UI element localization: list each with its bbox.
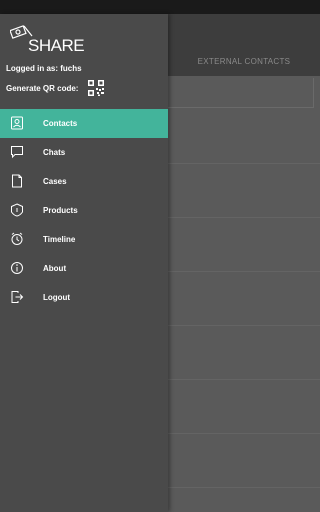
screen: EXTERNAL CONTACTS SHARE Logged in as: fu… <box>0 0 320 512</box>
nav-label-timeline: Timeline <box>43 235 76 244</box>
nav-label-about: About <box>43 264 67 273</box>
nav-label-contacts: Contacts <box>43 119 78 128</box>
nav-label-chats: Chats <box>43 148 66 157</box>
navigation-drawer: SHARE Logged in as: fuchs Generate QR co… <box>0 14 168 512</box>
qr-label: Generate QR code: <box>6 83 79 93</box>
nav-item-products[interactable]: Products <box>0 196 168 225</box>
info-icon <box>11 262 23 274</box>
nav-item-cases[interactable]: Cases <box>0 167 168 196</box>
chat-icon <box>11 146 23 159</box>
cases-icon <box>12 174 22 188</box>
tab-external-contacts[interactable]: EXTERNAL CONTACTS <box>168 14 320 76</box>
qr-code-icon[interactable] <box>88 80 105 96</box>
background-search-field <box>168 78 314 108</box>
app-logo-text: SHARE <box>28 36 85 55</box>
drawer-nav: Contacts Chats Cases Products Timeline A… <box>0 109 168 312</box>
qr-row: Generate QR code: <box>6 80 105 96</box>
timeline-icon <box>11 232 23 245</box>
nav-label-cases: Cases <box>43 177 67 186</box>
contacts-icon <box>11 116 23 130</box>
drawer-header: SHARE Logged in as: fuchs Generate QR co… <box>0 14 168 109</box>
nav-label-products: Products <box>43 206 78 215</box>
products-icon <box>11 203 23 217</box>
logout-icon <box>11 291 24 303</box>
nav-item-contacts[interactable]: Contacts <box>0 109 168 138</box>
nav-item-timeline[interactable]: Timeline <box>0 225 168 254</box>
status-bar <box>0 0 320 14</box>
nav-item-logout[interactable]: Logout <box>0 283 168 312</box>
logged-in-label: Logged in as: fuchs <box>6 64 82 73</box>
nav-item-about[interactable]: About <box>0 254 168 283</box>
nav-label-logout: Logout <box>43 293 71 302</box>
nav-item-chats[interactable]: Chats <box>0 138 168 167</box>
